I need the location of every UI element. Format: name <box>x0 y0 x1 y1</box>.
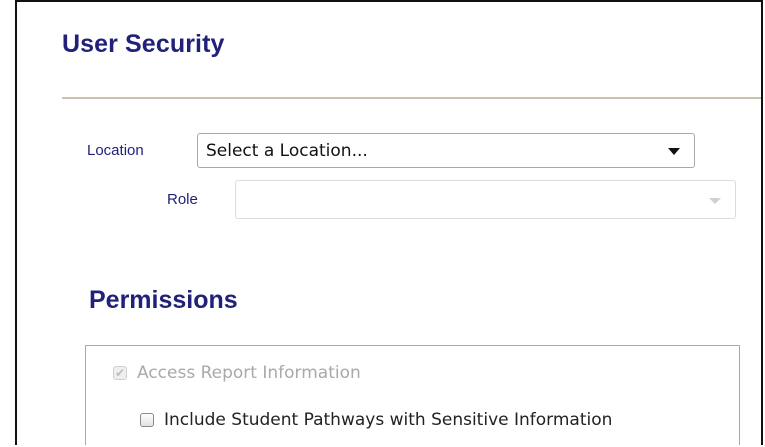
role-label: Role <box>167 191 198 208</box>
page-title: User Security <box>62 30 225 58</box>
permission-label: Include Student Pathways with Sensitive … <box>164 410 613 430</box>
title-divider <box>62 97 761 99</box>
checkbox-icon[interactable] <box>140 413 154 427</box>
permission-access-report: ✔ Access Report Information <box>113 363 361 383</box>
role-select <box>235 180 736 219</box>
location-select-value: Select a Location... <box>206 141 368 161</box>
permission-include-pathways[interactable]: Include Student Pathways with Sensitive … <box>140 410 612 430</box>
chevron-down-icon <box>709 198 721 204</box>
location-label: Location <box>87 142 144 159</box>
location-select[interactable]: Select a Location... <box>197 133 695 168</box>
checkmark-icon: ✔ <box>113 366 127 380</box>
user-security-panel: User Security Location Select a Location… <box>15 0 763 445</box>
chevron-down-icon <box>668 148 680 155</box>
permissions-heading: Permissions <box>89 286 238 314</box>
permissions-list: ✔ Access Report Information Include Stud… <box>85 345 740 445</box>
permission-label: Access Report Information <box>137 363 361 383</box>
